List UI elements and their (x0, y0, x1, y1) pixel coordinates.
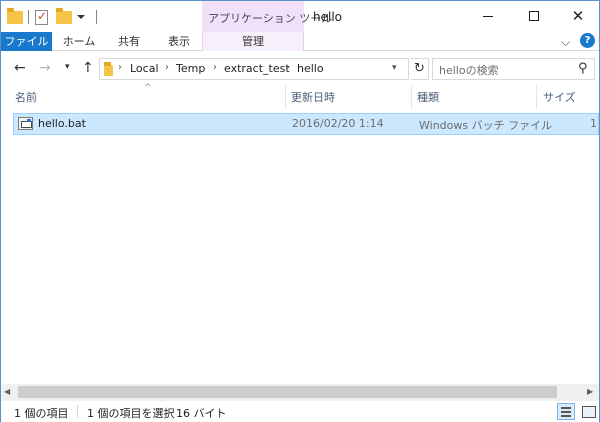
breadcrumb-separator[interactable]: › (286, 62, 290, 73)
breadcrumb-temp[interactable]: Temp (176, 62, 205, 75)
status-size: 16 バイト (176, 407, 227, 420)
ribbon-tabs: ファイル ホーム 共有 表示 管理 ⌵ ? (1, 32, 599, 51)
help-icon[interactable]: ? (580, 33, 595, 48)
forward-button[interactable]: → (39, 60, 51, 76)
quick-access-toolbar (7, 8, 97, 25)
folder-icon[interactable] (7, 8, 23, 25)
column-divider[interactable] (536, 85, 537, 109)
column-headers: ^ 名前 更新日時 種類 サイズ (1, 83, 599, 109)
window-title: hello (313, 10, 342, 24)
tab-view[interactable]: 表示 (159, 32, 199, 51)
navigation-bar: ← → ▾ ↑ › Local › Temp › extract_test › … (1, 52, 599, 85)
column-modified[interactable]: 更新日時 (291, 89, 335, 105)
status-item-count: 1 個の項目 (14, 407, 69, 420)
refresh-button[interactable]: ↻ (411, 58, 429, 80)
close-icon: ✕ (571, 6, 585, 25)
tab-file[interactable]: ファイル (1, 32, 52, 51)
minimize-icon (483, 15, 493, 17)
maximize-button[interactable] (511, 1, 557, 31)
file-list: hello.bat 2016/02/20 1:14 Windows バッチ ファ… (1, 109, 599, 384)
scroll-right-icon[interactable]: ▶ (587, 387, 593, 396)
horizontal-scrollbar[interactable]: ◀ ▶ (1, 384, 599, 401)
properties-icon[interactable] (35, 9, 51, 25)
address-bar[interactable]: › Local › Temp › extract_test › hello ▾ (99, 58, 409, 80)
toolbar-divider (28, 10, 29, 24)
column-name[interactable]: 名前 (15, 89, 37, 105)
status-bar: 1 個の項目 1 個の項目を選択 16 バイト (1, 401, 599, 422)
tab-share[interactable]: 共有 (109, 32, 149, 51)
batch-file-icon (18, 117, 33, 130)
search-icon[interactable]: ⚲ (578, 61, 588, 76)
breadcrumb-separator[interactable]: › (213, 62, 217, 73)
breadcrumb-local[interactable]: Local (130, 62, 159, 75)
file-type: Windows バッチ ファイル (419, 119, 553, 132)
status-selection: 1 個の項目を選択 (87, 407, 175, 420)
column-type[interactable]: 種類 (417, 89, 439, 105)
details-view-icon[interactable] (557, 403, 575, 420)
column-size[interactable]: サイズ (543, 89, 576, 105)
scroll-left-icon[interactable]: ◀ (4, 387, 10, 396)
sort-ascending-icon: ^ (144, 83, 152, 93)
title-bar: アプリケーション ツール hello ✕ (1, 1, 599, 32)
column-divider[interactable] (285, 85, 286, 109)
minimize-button[interactable] (465, 1, 511, 31)
tab-home[interactable]: ホーム (59, 32, 99, 51)
explorer-window: アプリケーション ツール hello ✕ ファイル ホーム 共有 表示 管理 ⌵… (0, 0, 600, 422)
status-divider (77, 405, 78, 418)
address-dropdown-icon[interactable]: ▾ (392, 63, 397, 73)
customize-toolbar-icon[interactable] (77, 9, 87, 25)
file-modified: 2016/02/20 1:14 (292, 117, 384, 130)
tab-manage[interactable]: 管理 (202, 32, 304, 51)
search-box[interactable]: helloの検索 ⚲ (432, 58, 595, 80)
folder-icon (104, 62, 113, 76)
maximize-icon (529, 11, 539, 21)
column-divider[interactable] (411, 85, 412, 109)
file-row-selected[interactable]: hello.bat 2016/02/20 1:14 Windows バッチ ファ… (13, 113, 599, 135)
recent-locations-icon[interactable]: ▾ (65, 62, 70, 72)
expand-ribbon-icon[interactable]: ⌵ (561, 35, 570, 50)
breadcrumb-hello[interactable]: hello (297, 62, 324, 75)
file-name: hello.bat (38, 117, 86, 130)
breadcrumb-extract-test[interactable]: extract_test (224, 62, 290, 75)
toolbar-divider (96, 10, 97, 24)
back-button[interactable]: ← (14, 60, 26, 76)
application-tools-header: アプリケーション ツール (202, 1, 332, 32)
scrollbar-thumb[interactable] (18, 386, 557, 398)
search-placeholder: helloの検索 (439, 64, 499, 77)
file-size: 1 (590, 117, 597, 130)
large-icons-view-icon[interactable] (579, 403, 597, 420)
new-folder-icon[interactable] (56, 8, 72, 25)
breadcrumb-separator[interactable]: › (118, 62, 122, 73)
breadcrumb-separator[interactable]: › (165, 62, 169, 73)
close-button[interactable]: ✕ (555, 1, 600, 31)
up-button[interactable]: ↑ (82, 60, 94, 76)
